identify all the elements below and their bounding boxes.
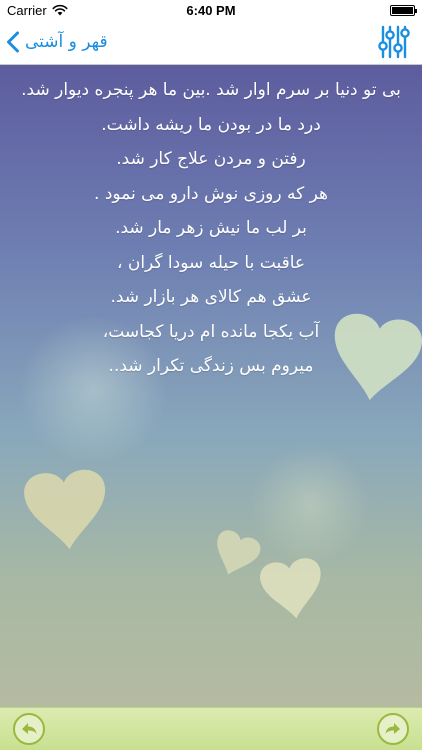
poem-line: میروم بس زندگی تکرار شد.. — [108, 356, 314, 376]
heart-decoration-left — [22, 467, 111, 553]
poem-line: هر که روزی نوش دارو می نمود . — [94, 183, 328, 204]
heart-decoration-center — [207, 527, 264, 583]
poem-line: آب یکجا مانده ام دریا کجاست، — [102, 321, 320, 342]
poem-line: عاقبت با حیله سودا گران ، — [116, 252, 306, 273]
status-bar: Carrier 6:40 PM — [0, 0, 422, 20]
poem-line: عشق هم کالای هر بازار شد. — [110, 287, 312, 307]
bottom-toolbar — [0, 707, 422, 750]
arrow-forward-icon — [385, 723, 400, 734]
back-button[interactable]: قهر و آشتی — [6, 26, 108, 58]
poem-line: رفتن و مردن علاج کار شد. — [116, 149, 306, 169]
chevron-left-icon — [7, 31, 19, 53]
arrow-back-icon — [22, 723, 37, 734]
previous-button[interactable] — [13, 713, 45, 745]
next-button[interactable] — [377, 713, 409, 745]
poem-line: بی تو دنیا بر سرم اوار شد .بین ما هر پنج… — [21, 80, 401, 100]
equalizer-sliders-icon — [378, 25, 410, 59]
equalizer-settings-button[interactable] — [376, 24, 412, 60]
poem-line: درد ما در بودن ما ریشه داشت. — [101, 114, 321, 135]
status-time: 6:40 PM — [186, 3, 236, 18]
poem-line: بر لب ما نیش زهر مار شد. — [115, 218, 307, 238]
poem-content-area[interactable]: بی تو دنیا بر سرم اوار شد .بین ما هر پنج… — [0, 65, 422, 707]
poem-lines: بی تو دنیا بر سرم اوار شد .بین ما هر پنج… — [0, 73, 422, 384]
navigation-bar: قهر و آشتی — [0, 20, 422, 65]
back-button-label: قهر و آشتی — [25, 32, 108, 52]
battery-icon — [390, 5, 417, 16]
heart-decoration-lower-right — [258, 556, 327, 623]
